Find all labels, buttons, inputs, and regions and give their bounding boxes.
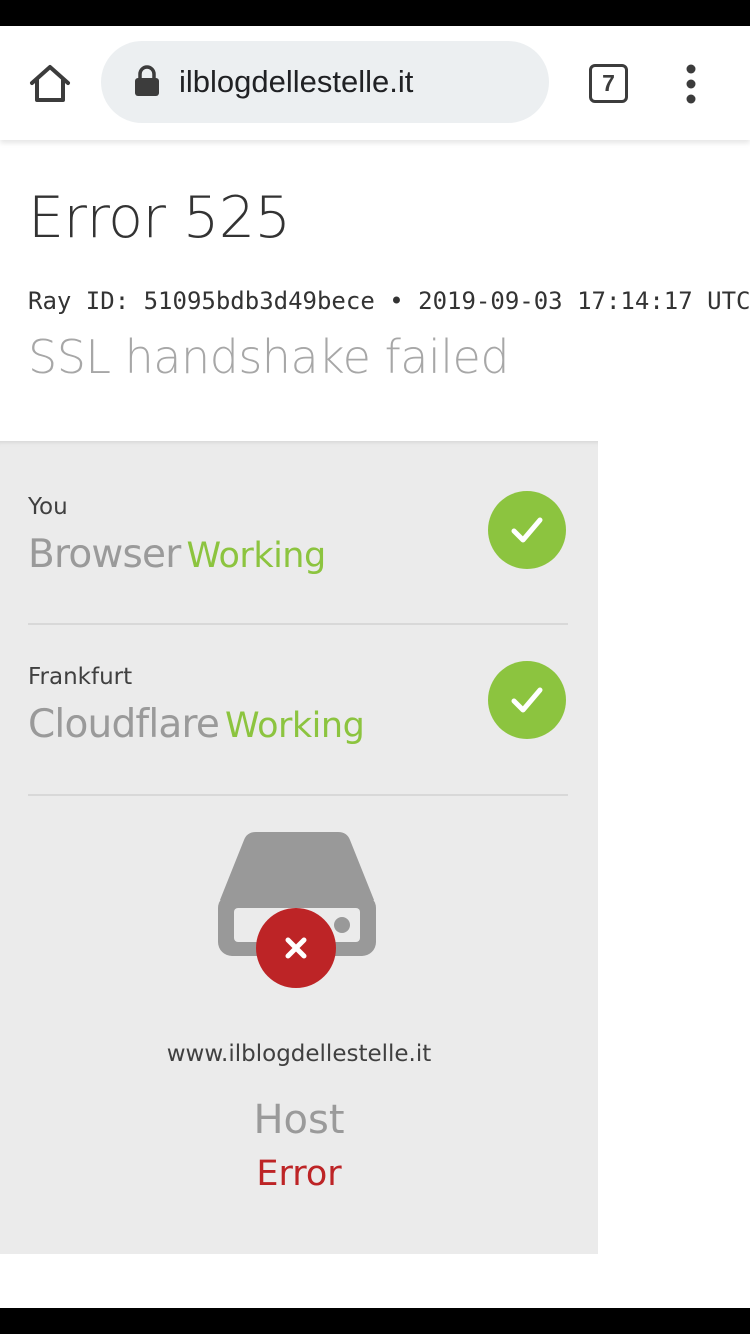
error-subtitle: SSL handshake failed: [28, 330, 510, 384]
page-title: Error 525: [28, 185, 291, 251]
address-bar[interactable]: ilblogdellestelle.it: [101, 41, 549, 123]
home-icon: [30, 65, 70, 102]
more-vert-icon: [686, 64, 696, 104]
cloudflare-node: Frankfurt Cloudflare Working: [28, 611, 568, 781]
more-menu-button[interactable]: [680, 64, 702, 104]
divider: [28, 794, 568, 796]
node-line: Cloudflare Working: [28, 702, 365, 747]
node-line: Browser Working: [28, 532, 326, 577]
navigation-bar: [0, 1308, 750, 1334]
url-text: ilblogdellestelle.it: [179, 64, 414, 99]
node-location: Frankfurt: [28, 664, 133, 690]
lock-icon: [135, 65, 159, 96]
browser-toolbar: ilblogdellestelle.it 7: [0, 26, 750, 140]
status-panel: You Browser Working Frankfurt Cloudflare W…: [0, 441, 598, 1254]
host-status: Error: [256, 1154, 342, 1194]
browser-node: You Browser Working: [28, 441, 568, 611]
node-status: Working: [225, 706, 365, 746]
node-name: Browser: [28, 532, 181, 577]
host-domain: www.ilblogdellestelle.it: [166, 1041, 432, 1067]
node-location: You: [28, 494, 68, 520]
check-icon: [488, 661, 566, 739]
tab-switcher-button[interactable]: 7: [589, 64, 628, 103]
check-icon: [488, 491, 566, 569]
status-bar: [0, 0, 750, 26]
host-name: Host: [253, 1097, 345, 1143]
node-status: Working: [186, 536, 326, 576]
node-name: Cloudflare: [28, 702, 220, 747]
ray-id-line: Ray ID: 51095bdb3d49bece • 2019-09-03 17…: [28, 287, 750, 315]
home-button[interactable]: [28, 62, 72, 106]
server-error-icon: [218, 832, 376, 988]
